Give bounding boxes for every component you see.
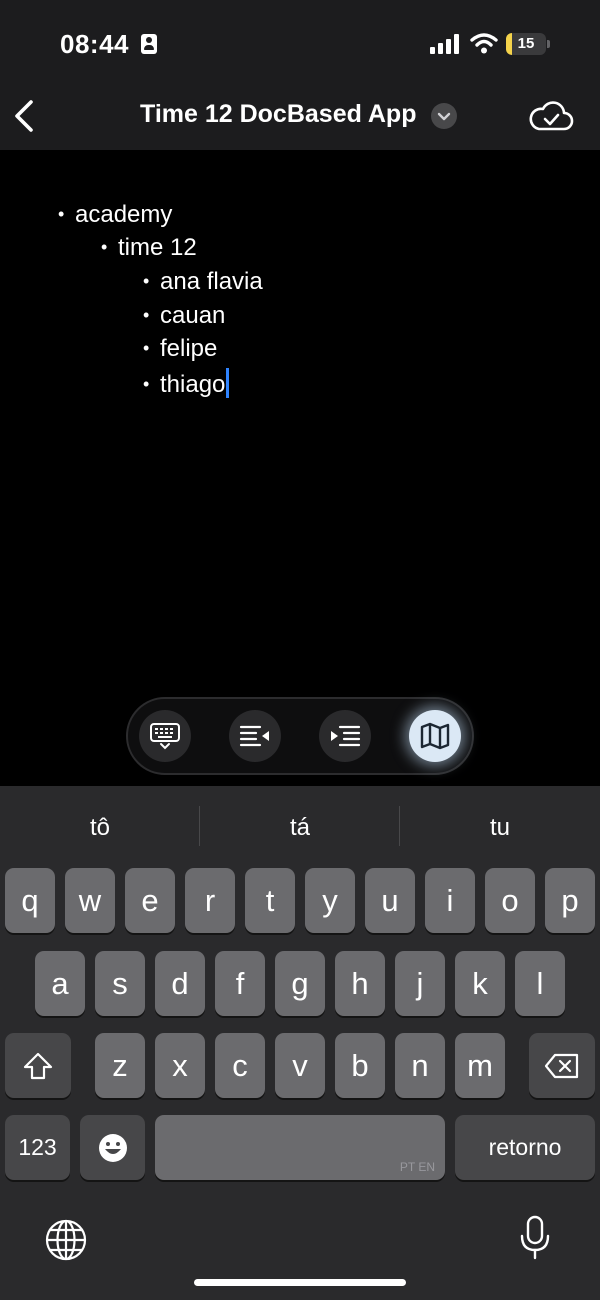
key[interactable]: x xyxy=(155,1033,205,1098)
key[interactable]: v xyxy=(275,1033,325,1098)
status-time: 08:44 xyxy=(60,29,129,59)
bullet: • xyxy=(143,338,150,358)
wifi-icon xyxy=(470,33,498,54)
return-key[interactable]: retorno xyxy=(455,1115,595,1180)
list-item-text: thiago xyxy=(160,371,226,398)
cellular-signal-icon xyxy=(430,34,462,54)
key[interactable]: c xyxy=(215,1033,265,1098)
indent-icon xyxy=(331,725,361,747)
key[interactable]: u xyxy=(365,868,415,933)
suggestion[interactable]: tá xyxy=(200,814,400,842)
bullet: • xyxy=(143,305,150,325)
title-menu-chevron-icon[interactable] xyxy=(431,103,457,129)
key[interactable]: b xyxy=(335,1033,385,1098)
indent-button[interactable] xyxy=(319,710,371,762)
map-button[interactable] xyxy=(409,710,461,762)
key[interactable]: p xyxy=(545,868,595,933)
key[interactable]: w xyxy=(65,868,115,933)
bullet: • xyxy=(58,204,65,224)
numbers-key[interactable]: 123 xyxy=(5,1115,70,1180)
key[interactable]: d xyxy=(155,951,205,1016)
key[interactable]: s xyxy=(95,951,145,1016)
keyboard: tô tá tu q w e r t y u i o p a s d f g h… xyxy=(0,786,600,1300)
key[interactable]: r xyxy=(185,868,235,933)
list-item-text: ana flavia xyxy=(160,268,263,295)
key[interactable]: g xyxy=(275,951,325,1016)
key[interactable]: h xyxy=(335,951,385,1016)
key[interactable]: k xyxy=(455,951,505,1016)
suggestion[interactable]: tô xyxy=(0,814,200,842)
key[interactable]: q xyxy=(5,868,55,933)
microphone-icon[interactable] xyxy=(518,1214,552,1262)
battery-level: 15 xyxy=(517,35,535,52)
cloud-saved-icon[interactable] xyxy=(528,99,574,133)
document-editor[interactable]: • academy • time 12 • ana flavia • cauan • fe… xyxy=(0,150,600,786)
emoji-key[interactable] xyxy=(80,1115,145,1180)
key[interactable]: z xyxy=(95,1033,145,1098)
key[interactable]: l xyxy=(515,951,565,1016)
list-item-text: academy xyxy=(75,201,173,228)
list-item[interactable]: • academy xyxy=(58,201,172,229)
key[interactable]: y xyxy=(305,868,355,933)
bullet: • xyxy=(143,271,150,291)
emoji-icon xyxy=(98,1133,127,1162)
home-indicator[interactable] xyxy=(194,1279,406,1286)
key[interactable]: a xyxy=(35,951,85,1016)
battery-indicator: 15 xyxy=(506,33,546,55)
document-title[interactable]: Time 12 DocBased App xyxy=(140,100,416,129)
shift-key[interactable] xyxy=(5,1033,71,1098)
key[interactable]: i xyxy=(425,868,475,933)
key[interactable]: m xyxy=(455,1033,505,1098)
text-caret xyxy=(226,368,230,398)
key[interactable]: j xyxy=(395,951,445,1016)
key[interactable]: f xyxy=(215,951,265,1016)
backspace-key[interactable] xyxy=(529,1033,595,1098)
list-item[interactable]: • felipe xyxy=(143,335,217,363)
list-item[interactable]: • ana flavia xyxy=(143,268,263,296)
globe-icon[interactable] xyxy=(44,1218,88,1262)
battery-tip xyxy=(547,40,550,48)
backspace-icon xyxy=(544,1053,579,1078)
space-language-label: PT EN xyxy=(399,1160,435,1174)
contact-card-icon xyxy=(141,34,157,54)
list-item[interactable]: • thiago xyxy=(143,368,230,399)
key[interactable]: e xyxy=(125,868,175,933)
dismiss-keyboard-button[interactable] xyxy=(139,710,191,762)
list-item[interactable]: • time 12 xyxy=(101,234,197,262)
back-chevron-icon[interactable] xyxy=(10,98,38,134)
map-icon xyxy=(420,722,450,750)
bullet: • xyxy=(101,237,108,257)
list-item-text: felipe xyxy=(160,335,218,362)
outdent-icon xyxy=(239,725,269,747)
outdent-button[interactable] xyxy=(229,710,281,762)
bullet: • xyxy=(143,374,150,394)
key[interactable]: o xyxy=(485,868,535,933)
list-item-text: time 12 xyxy=(118,234,197,261)
key[interactable]: t xyxy=(245,868,295,933)
list-item-text: cauan xyxy=(160,302,226,329)
key[interactable]: n xyxy=(395,1033,445,1098)
list-item[interactable]: • cauan xyxy=(143,302,225,330)
shift-icon xyxy=(23,1052,53,1079)
keyboard-icon xyxy=(150,723,180,750)
space-key[interactable]: PT EN xyxy=(155,1115,445,1180)
suggestion[interactable]: tu xyxy=(400,814,600,842)
